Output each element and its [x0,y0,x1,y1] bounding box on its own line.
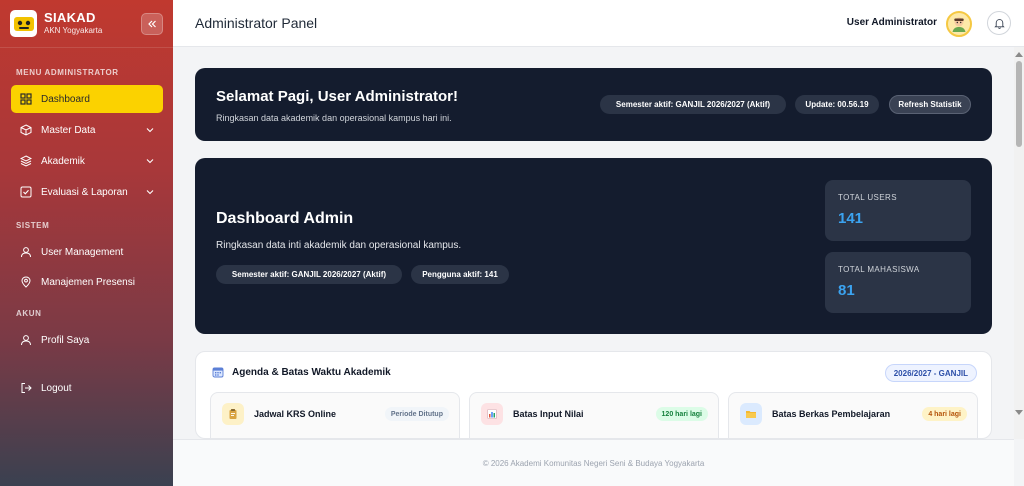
sidebar-item-evaluasi-laporan[interactable]: Evaluasi & Laporan [11,178,163,206]
agenda-item-batas-berkas-pembelajaran[interactable]: Batas Berkas Pembelajaran 4 hari lagi [728,392,978,438]
sidebar-item-label: Dashboard [41,93,90,105]
sidebar-item-label: Logout [41,382,72,394]
section-label-akun: AKUN [16,309,42,318]
logo-icon [10,10,37,37]
status-badge: 120 hari lagi [655,407,708,421]
sidebar-item-label: Master Data [41,124,96,136]
sidebar-item-logout[interactable]: Logout [11,374,163,402]
greeting-title: Selamat Pagi, User Administrator! [216,88,459,105]
calendar-icon [212,367,224,378]
dashboard-title: Dashboard Admin [216,210,354,227]
grid-icon [19,92,33,106]
refresh-statistics-button[interactable]: Refresh Statistik [889,95,971,114]
content-scrollbar[interactable] [1014,47,1024,439]
agenda-item-title: Jadwal KRS Online [254,409,337,419]
chevron-down-icon [145,187,155,197]
footer-copyright: © 2026 Akademi Komunitas Negeri Seni & B… [482,458,705,468]
clipboard-icon [222,403,244,425]
update-time-badge: Update: 00.56.19 [795,95,879,114]
footer: © 2026 Akademi Komunitas Negeri Seni & B… [173,439,1014,486]
double-chevron-left-icon [148,20,156,27]
avatar-face-icon [949,14,969,34]
location-pin-icon [19,275,33,289]
top-header: Administrator Panel User Administrator [173,0,1024,47]
sidebar-item-master-data[interactable]: Master Data [11,116,163,144]
notification-button[interactable] [987,11,1011,35]
bell-icon [993,18,1005,29]
brand-subtitle: AKN Yogyakarta [44,26,103,35]
user-icon [19,333,33,347]
sidebar-item-label: Profil Saya [41,334,90,346]
sidebar-item-manajemen-presensi[interactable]: Manajemen Presensi [11,268,163,296]
sidebar-item-label: Akademik [41,155,85,167]
greeting-subtitle: Ringkasan data akademik dan operasional … [216,113,452,123]
scroll-thumb[interactable] [1016,61,1022,147]
academic-year-badge: 2026/2027 - GANJIL [884,364,977,382]
stat-value: 141 [838,210,864,227]
chevron-down-icon [145,156,155,166]
avatar[interactable] [946,11,972,37]
page-title: Administrator Panel [195,15,318,31]
sidebar-item-label: Evaluasi & Laporan [41,186,128,198]
scroll-down-icon[interactable] [1015,410,1023,415]
agenda-title: Agenda & Batas Waktu Akademik [232,366,391,378]
sidebar-item-akademik[interactable]: Akademik [11,147,163,175]
stat-card-total-mahasiswa: TOTAL MAHASISWA 81 [825,252,971,313]
section-label-menu-administrator: MENU ADMINISTRATOR [16,68,119,77]
stat-label: TOTAL MAHASISWA [838,265,920,274]
sidebar-item-profil-saya[interactable]: Profil Saya [11,326,163,354]
agenda-item-title: Batas Berkas Pembelajaran [772,409,891,419]
box-icon [19,123,33,137]
dashboard-admin-card: Dashboard Admin Ringkasan data inti akad… [195,158,992,334]
folder-icon [740,403,762,425]
agenda-card: Agenda & Batas Waktu Akademik 2026/2027 … [195,351,992,439]
agenda-item-batas-input-nilai[interactable]: Batas Input Nilai 120 hari lagi [469,392,719,438]
stat-card-total-users: TOTAL USERS 141 [825,180,971,241]
brand: SIAKAD AKN Yogyakarta [0,0,173,48]
chevron-down-icon [145,125,155,135]
status-badge: 4 hari lagi [922,407,967,421]
greeting-card: Selamat Pagi, User Administrator! Ringka… [195,68,992,141]
checkbox-icon [19,185,33,199]
sidebar-item-label: User Management [41,246,124,258]
collapse-sidebar-button[interactable] [141,12,163,35]
sidebar: SIAKAD AKN Yogyakarta MENU ADMINISTRATOR… [0,0,173,486]
active-users-badge: Pengguna aktif: 141 [411,265,509,284]
status-badge: Periode Ditutup [384,407,449,421]
layers-icon [19,154,33,168]
stat-label: TOTAL USERS [838,193,897,202]
user-name[interactable]: User Administrator [847,17,937,28]
agenda-item-jadwal-krs[interactable]: Jadwal KRS Online Periode Ditutup [210,392,460,438]
section-label-sistem: SISTEM [16,221,50,230]
sidebar-item-label: Manajemen Presensi [41,276,135,288]
scroll-up-icon[interactable] [1015,52,1023,57]
agenda-item-title: Batas Input Nilai [513,409,584,419]
stat-value: 81 [838,282,855,299]
user-icon [19,245,33,259]
dashboard-subtitle: Ringkasan data inti akademik dan operasi… [216,240,462,251]
logout-icon [19,381,33,395]
semester-badge: Semester aktif: GANJIL 2026/2027 (Aktif) [600,95,786,114]
sidebar-item-user-management[interactable]: User Management [11,238,163,266]
bar-chart-icon [481,403,503,425]
semester-badge: Semester aktif: GANJIL 2026/2027 (Aktif) [216,265,402,284]
brand-title: SIAKAD [44,10,96,25]
sidebar-item-dashboard[interactable]: Dashboard [11,85,163,113]
